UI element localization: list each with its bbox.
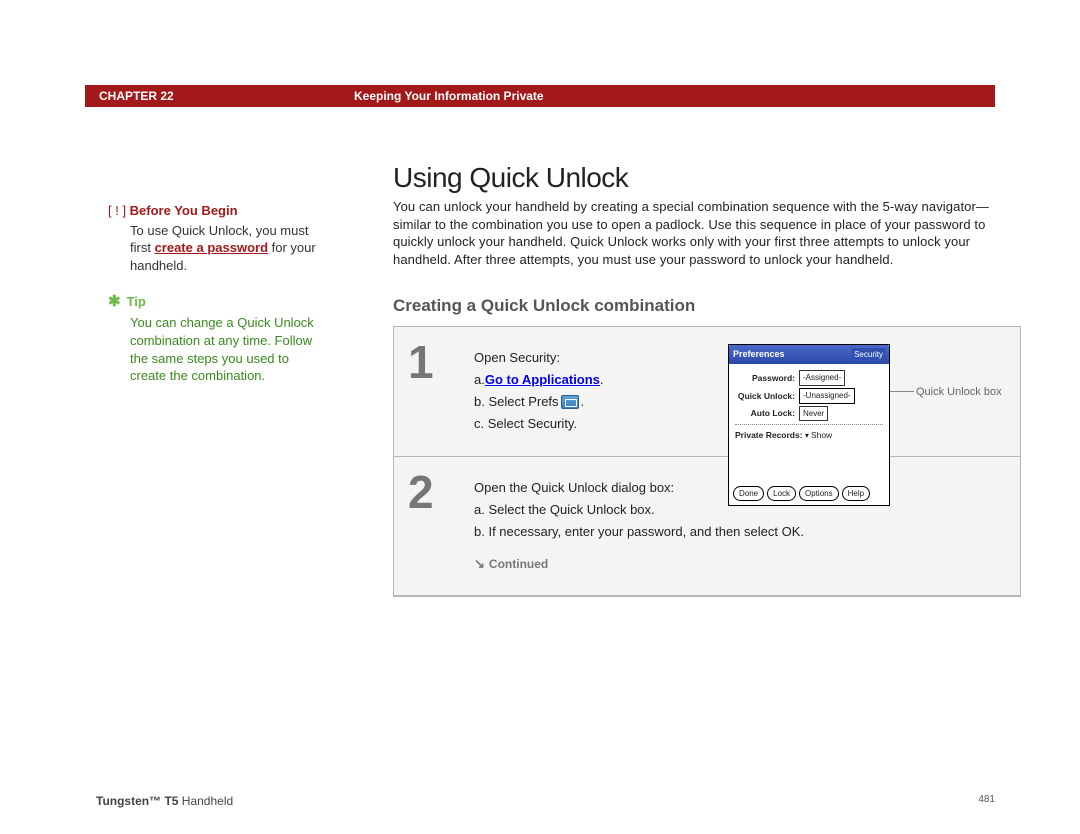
palm-titlebar: Preferences Security — [729, 345, 889, 364]
asterisk-icon — [108, 294, 127, 309]
go-to-applications-link[interactable]: Go to Applications — [485, 369, 600, 391]
tip-body: You can change a Quick Unlock combinatio… — [108, 314, 318, 384]
dropdown-icon: Show — [805, 430, 832, 440]
main-content: Using Quick Unlock You can unlock your h… — [393, 162, 1018, 597]
prefs-icon — [561, 395, 579, 409]
step-number: 1 — [394, 327, 474, 455]
section-title: Keeping Your Information Private — [354, 89, 544, 103]
substep-b: b. If necessary, enter your password, an… — [474, 521, 1010, 543]
callout-label: Quick Unlock box — [916, 383, 1002, 402]
step-body: Open Security: a. Go to Applications. b.… — [474, 327, 1020, 455]
tip-label: Tip — [127, 294, 146, 309]
continued-indicator: Continued — [474, 553, 1010, 575]
steps-container: 1 Open Security: a. Go to Applications. … — [393, 326, 1021, 597]
substep-a: a. Go to Applications. — [474, 369, 714, 391]
substep-b: b. Select Prefs . — [474, 391, 714, 413]
substep-a: a. Select the Quick Unlock box. — [474, 499, 1010, 521]
palm-row-quick-unlock: Quick Unlock: -Unassigned- — [735, 388, 883, 404]
subheading: Creating a Quick Unlock combination — [393, 296, 1018, 316]
step-1: 1 Open Security: a. Go to Applications. … — [394, 327, 1020, 456]
alert-marker: [ ! ] — [108, 203, 130, 218]
step-number: 2 — [394, 457, 474, 595]
page-number: 481 — [978, 794, 995, 808]
intro-paragraph: You can unlock your handheld by creating… — [393, 198, 1018, 268]
step-lead: Open the Quick Unlock dialog box: — [474, 477, 1010, 499]
palm-private-records: Private Records: Show — [735, 428, 883, 443]
before-you-begin-heading: [ ! ] Before You Begin — [108, 202, 318, 220]
product-name: Tungsten™ T5 Handheld — [96, 794, 233, 808]
callout-line — [890, 391, 914, 392]
step-body: Open the Quick Unlock dialog box: a. Sel… — [474, 457, 1020, 595]
palm-row-password: Password: -Assigned- — [735, 370, 883, 386]
before-you-begin-body: To use Quick Unlock, you must first crea… — [108, 222, 318, 275]
palm-title-right: Security — [852, 348, 885, 362]
create-password-link[interactable]: create a password — [155, 240, 268, 255]
chapter-header: CHAPTER 22 Keeping Your Information Priv… — [85, 85, 995, 107]
sidebar: [ ! ] Before You Begin To use Quick Unlo… — [108, 202, 318, 385]
substep-c: c. Select Security. — [474, 413, 714, 435]
chapter-label: CHAPTER 22 — [99, 89, 354, 103]
palm-title-left: Preferences — [733, 347, 785, 362]
step-lead: Open Security: — [474, 347, 714, 369]
palm-row-auto-lock: Auto Lock: Never — [735, 406, 883, 422]
step-2: 2 Open the Quick Unlock dialog box: a. S… — [394, 457, 1020, 596]
page-title: Using Quick Unlock — [393, 162, 1018, 194]
continued-arrow-icon — [474, 557, 489, 571]
before-you-begin-label: Before You Begin — [130, 203, 238, 218]
page-footer: Tungsten™ T5 Handheld 481 — [96, 794, 995, 808]
tip-heading: Tip — [108, 292, 318, 312]
